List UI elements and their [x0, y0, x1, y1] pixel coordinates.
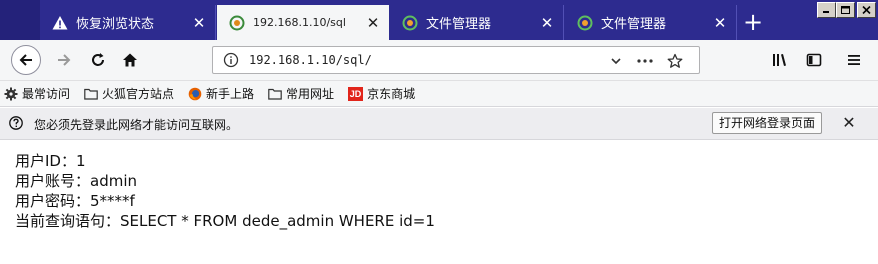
site-icon	[577, 15, 593, 31]
bookmarks-toolbar: 最常访问 火狐官方站点 新手上路 常用网址 JD 京东商城	[0, 81, 878, 107]
library-button[interactable]	[764, 44, 796, 76]
tab-title: 文件管理器	[601, 17, 667, 32]
warning-icon	[52, 15, 68, 31]
page-content: 用户ID：1 用户账号：admin 用户密码：5****f 当前查询语句：SEL…	[15, 151, 435, 231]
gear-icon	[4, 87, 18, 101]
bookmark-getting-started[interactable]: 新手上路	[188, 85, 254, 102]
bookmark-firefox-site[interactable]: 火狐官方站点	[84, 85, 174, 102]
menu-button[interactable]	[838, 44, 870, 76]
folder-icon	[268, 87, 282, 101]
tab-file-manager-2[interactable]: 文件管理器 ✕	[565, 5, 737, 40]
sidebar-button[interactable]	[798, 44, 830, 76]
site-icon	[402, 15, 418, 31]
close-window-button[interactable]	[857, 2, 876, 18]
site-icon	[229, 15, 245, 31]
tab-sql-page[interactable]: 192.168.1.10/sql ✕	[217, 5, 389, 40]
bookmark-label: 火狐官方站点	[102, 87, 175, 101]
reload-icon	[92, 53, 104, 66]
dropdown-chevron-icon[interactable]	[606, 51, 626, 71]
tab-file-manager-1[interactable]: 文件管理器 ✕	[390, 5, 564, 40]
home-icon	[123, 53, 137, 67]
maximize-icon	[841, 6, 850, 14]
tab-strip-edge	[0, 0, 40, 40]
open-login-page-button[interactable]: 打开网络登录页面	[712, 112, 823, 134]
user-id-line: 用户ID：1	[15, 152, 86, 170]
tab-close-icon[interactable]: ✕	[712, 14, 728, 32]
bookmark-label: 京东商城	[367, 87, 416, 101]
home-button[interactable]	[114, 44, 146, 76]
hamburger-menu-icon	[848, 55, 860, 65]
tab-close-icon[interactable]: ✕	[365, 14, 381, 32]
minimize-icon	[823, 11, 829, 13]
bookmark-label: 新手上路	[206, 87, 255, 101]
address-bar[interactable]: 192.168.1.10/sql/	[212, 46, 700, 74]
info-icon[interactable]	[223, 52, 239, 68]
navigation-toolbar: 192.168.1.10/sql/	[0, 40, 878, 81]
notification-close-icon[interactable]: ✕	[840, 114, 858, 132]
tab-title: 192.168.1.10/sql	[253, 16, 346, 29]
forward-arrow-icon	[58, 54, 71, 66]
bookmark-jd[interactable]: JD 京东商城	[348, 85, 415, 102]
bookmark-most-visited[interactable]: 最常访问	[4, 85, 70, 102]
user-password-line: 用户密码：5****f	[15, 192, 135, 210]
bookmark-star-icon[interactable]	[665, 51, 685, 71]
url-text[interactable]: 192.168.1.10/sql/	[249, 53, 372, 67]
jd-icon: JD	[348, 86, 364, 101]
forward-button[interactable]	[48, 44, 80, 76]
user-account-line: 用户账号：admin	[15, 172, 138, 190]
folder-icon	[84, 87, 98, 101]
back-button[interactable]	[11, 45, 41, 75]
bookmark-label: 最常访问	[22, 87, 71, 101]
tab-close-icon[interactable]: ✕	[191, 14, 207, 32]
question-icon	[9, 116, 23, 130]
sidebar-icon	[806, 53, 822, 67]
captive-portal-notification: 您必须先登录此网络才能访问互联网。 打开网络登录页面 ✕	[0, 108, 878, 140]
tab-title: 恢复浏览状态	[76, 17, 155, 32]
notification-message: 您必须先登录此网络才能访问互联网。	[34, 118, 239, 132]
reload-button[interactable]	[82, 44, 114, 76]
tab-title: 文件管理器	[426, 17, 492, 32]
tab-close-icon[interactable]: ✕	[539, 14, 555, 32]
query-statement-line: 当前查询语句：SELECT * FROM dede_admin WHERE id…	[15, 212, 435, 230]
firefox-icon	[188, 87, 202, 101]
bookmark-common-sites[interactable]: 常用网址	[268, 85, 334, 102]
new-tab-button[interactable]: +	[738, 8, 768, 38]
maximize-button[interactable]	[836, 2, 855, 18]
close-icon	[862, 6, 871, 14]
bookmark-label: 常用网址	[286, 87, 335, 101]
page-actions-icon[interactable]	[635, 51, 655, 71]
back-arrow-icon	[19, 54, 32, 66]
library-icon	[773, 54, 786, 66]
tab-strip: 恢复浏览状态 ✕ 192.168.1.10/sql ✕ 文件管理器 ✕ 文件管理…	[0, 0, 878, 40]
tab-restore-session[interactable]: 恢复浏览状态 ✕	[40, 5, 216, 40]
jd-badge-text: JD	[349, 88, 362, 99]
minimize-button[interactable]	[817, 2, 836, 18]
